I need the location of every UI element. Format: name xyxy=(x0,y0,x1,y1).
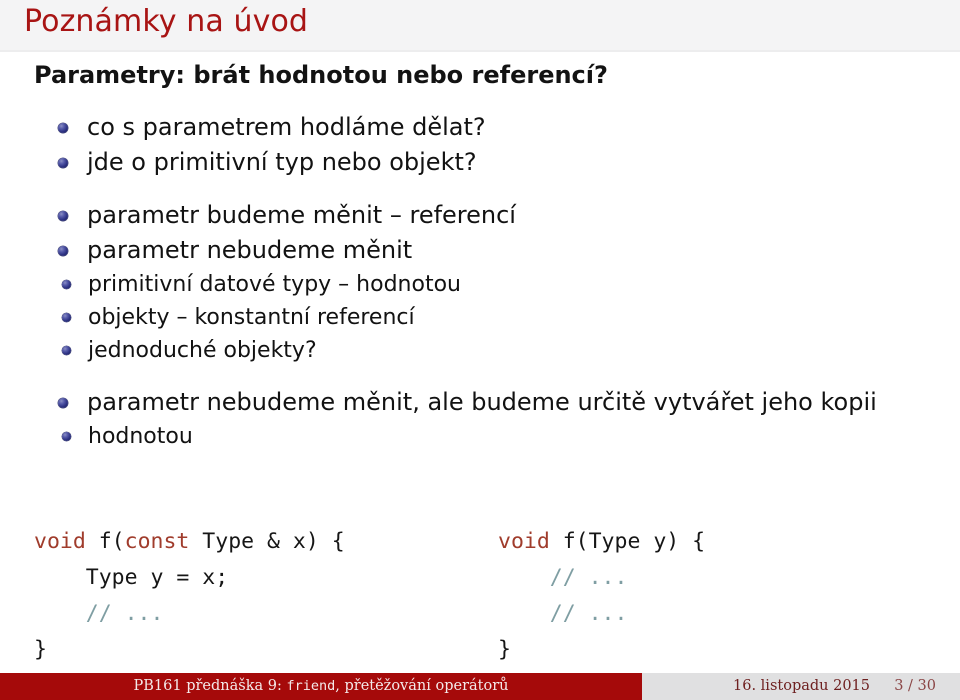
slide-canvas: Poznámky na úvod Parametry: brát hodnoto… xyxy=(0,0,960,700)
list-item: primitivní datové typy – hodnotou xyxy=(62,268,960,301)
list-item: hodnotou xyxy=(62,420,960,453)
bullet-sphere-icon xyxy=(58,123,68,133)
list-item: parametr nebudeme měnit, ale budeme urči… xyxy=(58,385,960,420)
slide-body: Parametry: brát hodnotou nebo referencí?… xyxy=(0,58,960,453)
list-item-label: jde o primitivní typ nebo objekt? xyxy=(87,148,477,176)
list-item-label: parametr nebudeme měnit, ale budeme urči… xyxy=(87,388,877,416)
spacer-after-heading xyxy=(0,92,960,110)
code-comment: // ... xyxy=(498,601,628,626)
bullet-sphere-icon xyxy=(58,211,68,221)
bullet-group-one: co s parametrem hodláme dělat? jde o pri… xyxy=(58,110,960,180)
code-keyword-void: void xyxy=(498,529,550,554)
code-keyword-void: void xyxy=(34,529,86,554)
bullet-sphere-icon xyxy=(58,158,68,168)
code-keyword-const: const xyxy=(124,529,190,554)
list-item: jednoduché objekty? xyxy=(62,334,960,367)
code-text: Type & x) { xyxy=(189,529,345,554)
code-block-by-const-reference: void f(const Type & x) { Type y = x; // … xyxy=(34,524,345,668)
list-item-label: hodnotou xyxy=(88,424,193,449)
list-item: parametr nebudeme měnit xyxy=(58,233,960,268)
list-item-label: primitivní datové typy – hodnotou xyxy=(88,272,461,297)
footer-course-keyword: friend xyxy=(286,678,336,694)
section-heading: Parametry: brát hodnotou nebo referencí? xyxy=(34,61,608,89)
list-item: parametr budeme měnit – referencí xyxy=(58,198,960,233)
code-text: } xyxy=(34,637,47,662)
footer-course-suffix: , přetěžování operátorů xyxy=(335,678,509,694)
code-region: void f(const Type & x) { Type y = x; // … xyxy=(0,524,960,664)
code-text: f(Type y) { xyxy=(549,529,706,554)
bullet-group-three: parametr nebudeme měnit, ale budeme urči… xyxy=(58,385,960,420)
spacer-between-groups xyxy=(0,180,960,198)
bullet-group-two: parametr budeme měnit – referencí parame… xyxy=(58,198,960,268)
bullet-sphere-icon xyxy=(62,313,71,322)
code-text: Type y = x; xyxy=(34,565,229,590)
slide-title: Poznámky na úvod xyxy=(24,4,309,39)
bullet-group-three-sublist: hodnotou xyxy=(62,420,960,453)
list-item: objekty – konstantní referencí xyxy=(62,301,960,334)
bullet-group-two-sublist: primitivní datové typy – hodnotou objekt… xyxy=(62,268,960,367)
bullet-sphere-icon xyxy=(62,280,71,289)
list-item-label: jednoduché objekty? xyxy=(88,338,317,363)
footer-course-prefix: PB161 přednáška 9: xyxy=(133,678,287,694)
title-bar-divider xyxy=(0,50,960,52)
bullet-sphere-icon xyxy=(62,346,71,355)
bullet-sphere-icon xyxy=(58,246,68,256)
spacer-before-group-three xyxy=(0,367,960,385)
list-item-label: co s parametrem hodláme dělat? xyxy=(87,113,486,141)
code-comment: // ... xyxy=(34,601,164,626)
list-item-label: parametr budeme měnit – referencí xyxy=(87,201,516,229)
code-block-by-value: void f(Type y) { // ... // ... } xyxy=(498,524,705,668)
footer-date: 16. listopadu 2015 xyxy=(733,678,870,694)
list-item: co s parametrem hodláme dělat? xyxy=(58,110,960,145)
list-item-label: parametr nebudeme měnit xyxy=(87,236,413,264)
footer-page-number: 3 / 30 xyxy=(894,678,936,694)
bullet-sphere-icon xyxy=(58,398,68,408)
bullet-sphere-icon xyxy=(62,432,71,441)
slide-footer: PB161 přednáška 9: friend, přetěžování o… xyxy=(0,673,960,700)
code-comment: // ... xyxy=(498,565,628,590)
code-text: f( xyxy=(85,529,125,554)
footer-course-label: PB161 přednáška 9: friend, přetěžování o… xyxy=(0,673,642,700)
list-item-label: objekty – konstantní referencí xyxy=(88,305,415,330)
code-text: } xyxy=(498,637,511,662)
list-item: jde o primitivní typ nebo objekt? xyxy=(58,145,960,180)
